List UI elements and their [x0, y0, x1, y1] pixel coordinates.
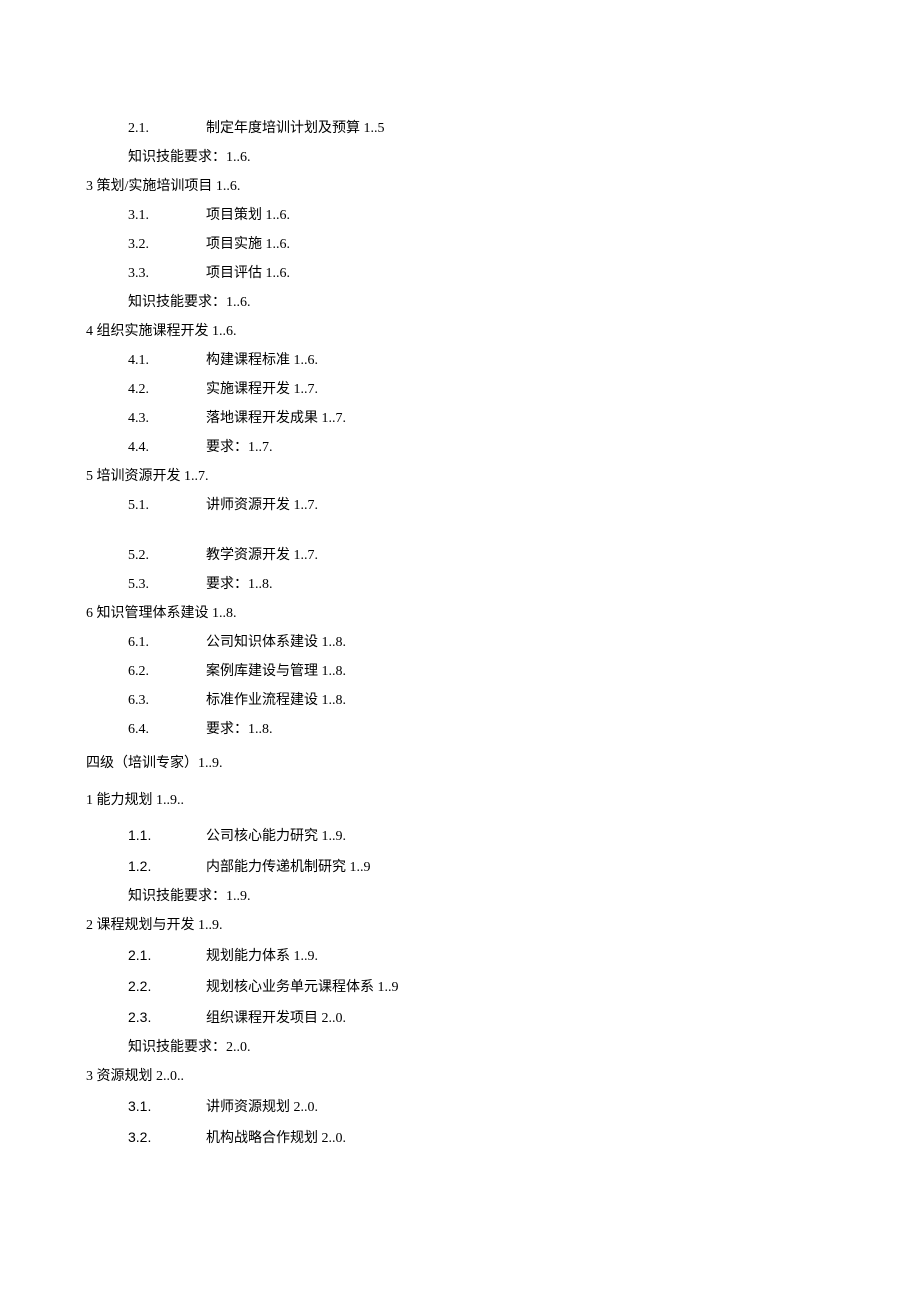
- toc-line-text: 组织课程开发项目 2..0.: [206, 1011, 346, 1026]
- toc-line-text: 规划核心业务单元课程体系 1..9: [206, 980, 399, 995]
- toc-line-text: 4 组织实施课程开发 1..6.: [86, 324, 237, 339]
- toc-line-text: 四级（培训专家）1..9.: [86, 756, 223, 771]
- toc-line-number: 5.3.: [128, 578, 206, 592]
- toc-line: 5.1.讲师资源开发 1..7.: [128, 499, 920, 513]
- toc-line: 1.2.内部能力传递机制研究 1..9: [128, 859, 920, 875]
- toc-line-number: 4.1.: [128, 354, 206, 368]
- toc-line-text: 落地课程开发成果 1..7.: [206, 411, 346, 426]
- toc-line: 1.1.公司核心能力研究 1..9.: [128, 828, 920, 844]
- toc-line: 3.1.项目策划 1..6.: [128, 209, 920, 223]
- toc-line-text: 内部能力传递机制研究 1..9: [206, 860, 371, 875]
- toc-line-number: 6.4.: [128, 723, 206, 737]
- toc-line: 6.1.公司知识体系建设 1..8.: [128, 636, 920, 650]
- toc-line: 3.1.讲师资源规划 2..0.: [128, 1099, 920, 1115]
- toc-line-number: 3.3.: [128, 267, 206, 281]
- toc-line-number: 4.2.: [128, 383, 206, 397]
- toc-line: 4.2.实施课程开发 1..7.: [128, 383, 920, 397]
- toc-line-number: 1.2.: [128, 859, 206, 873]
- toc-line-text: 6 知识管理体系建设 1..8.: [86, 606, 237, 621]
- toc-line-text: 讲师资源开发 1..7.: [206, 498, 318, 513]
- toc-line-text: 项目评估 1..6.: [206, 266, 290, 281]
- toc-line-text: 项目实施 1..6.: [206, 237, 290, 252]
- toc-line-text: 1 能力规划 1..9..: [86, 793, 184, 808]
- toc-line-number: 3.2.: [128, 1130, 206, 1144]
- toc-line-number: 4.4.: [128, 441, 206, 455]
- toc-line: 3 资源规划 2..0..: [86, 1070, 920, 1084]
- toc-line-number: 1.1.: [128, 828, 206, 842]
- toc-line-text: 要求：1..8.: [206, 722, 273, 737]
- toc-line: 2 课程规划与开发 1..9.: [86, 919, 920, 933]
- toc-line-text: 构建课程标准 1..6.: [206, 353, 318, 368]
- toc-line-text: 机构战略合作规划 2..0.: [206, 1131, 346, 1146]
- toc-line-text: 实施课程开发 1..7.: [206, 382, 318, 397]
- toc-line-text: 知识技能要求：1..6.: [128, 150, 251, 165]
- toc-line-text: 要求：1..7.: [206, 440, 273, 455]
- toc-line-text: 案例库建设与管理 1..8.: [206, 664, 346, 679]
- toc-line-number: 5.2.: [128, 549, 206, 563]
- toc-line-number: 2.1.: [128, 122, 206, 136]
- toc-line-number: 3.1.: [128, 1099, 206, 1113]
- toc-line-text: 2 课程规划与开发 1..9.: [86, 918, 223, 933]
- toc-line-text: 讲师资源规划 2..0.: [206, 1100, 318, 1115]
- toc-line-number: 2.3.: [128, 1010, 206, 1024]
- toc-line: 3 策划/实施培训项目 1..6.: [86, 180, 920, 194]
- toc-line-text: 3 策划/实施培训项目 1..6.: [86, 179, 240, 194]
- toc-line-text: 5 培训资源开发 1..7.: [86, 469, 209, 484]
- toc-line-number: 6.2.: [128, 665, 206, 679]
- toc-line-number: 5.1.: [128, 499, 206, 513]
- toc-line: 4.3.落地课程开发成果 1..7.: [128, 412, 920, 426]
- toc-line-number: 4.3.: [128, 412, 206, 426]
- toc-line: 知识技能要求：2..0.: [128, 1041, 920, 1055]
- toc-line: 2.1.规划能力体系 1..9.: [128, 948, 920, 964]
- toc-line: 知识技能要求：1..6.: [128, 151, 920, 165]
- toc-line-number: 2.2.: [128, 979, 206, 993]
- toc-line-text: 规划能力体系 1..9.: [206, 949, 318, 964]
- toc-line-number: 6.1.: [128, 636, 206, 650]
- toc-line-number: 6.3.: [128, 694, 206, 708]
- toc-line: 知识技能要求：1..9.: [128, 890, 920, 904]
- toc-line: 6.2.案例库建设与管理 1..8.: [128, 665, 920, 679]
- toc-line-number: 3.1.: [128, 209, 206, 223]
- toc-line-text: 教学资源开发 1..7.: [206, 548, 318, 563]
- toc-line: 5.3.要求：1..8.: [128, 578, 920, 592]
- toc-line: 2.1.制定年度培训计划及预算 1..5: [128, 122, 920, 136]
- toc-line: 2.3.组织课程开发项目 2..0.: [128, 1010, 920, 1026]
- toc-line-text: 制定年度培训计划及预算 1..5: [206, 121, 385, 136]
- toc-line: 1 能力规划 1..9..: [86, 794, 920, 808]
- toc-line: 4.4.要求：1..7.: [128, 441, 920, 455]
- toc-line: 3.3.项目评估 1..6.: [128, 267, 920, 281]
- toc-line-number: 3.2.: [128, 238, 206, 252]
- toc-line: 5 培训资源开发 1..7.: [86, 470, 920, 484]
- toc-line-text: 公司知识体系建设 1..8.: [206, 635, 346, 650]
- toc-line: 四级（培训专家）1..9.: [86, 757, 920, 771]
- toc-line: 6.4.要求：1..8.: [128, 723, 920, 737]
- toc-line: 4.1.构建课程标准 1..6.: [128, 354, 920, 368]
- toc-line: 5.2.教学资源开发 1..7.: [128, 549, 920, 563]
- toc-line: 2.2.规划核心业务单元课程体系 1..9: [128, 979, 920, 995]
- toc-line: 6.3.标准作业流程建设 1..8.: [128, 694, 920, 708]
- toc-line: 3.2.机构战略合作规划 2..0.: [128, 1130, 920, 1146]
- toc-line-text: 知识技能要求：1..9.: [128, 889, 251, 904]
- toc-line: 知识技能要求：1..6.: [128, 296, 920, 310]
- toc-line: 3.2.项目实施 1..6.: [128, 238, 920, 252]
- toc-line-text: 知识技能要求：2..0.: [128, 1040, 251, 1055]
- toc-line-text: 公司核心能力研究 1..9.: [206, 829, 346, 844]
- toc-line-text: 项目策划 1..6.: [206, 208, 290, 223]
- toc-line-text: 要求：1..8.: [206, 577, 273, 592]
- toc-line-text: 3 资源规划 2..0..: [86, 1069, 184, 1084]
- toc-line: 4 组织实施课程开发 1..6.: [86, 325, 920, 339]
- document-text-block: 2.1.制定年度培训计划及预算 1..5知识技能要求：1..6.3 策划/实施培…: [86, 122, 920, 1146]
- toc-line: 6 知识管理体系建设 1..8.: [86, 607, 920, 621]
- toc-line-text: 标准作业流程建设 1..8.: [206, 693, 346, 708]
- toc-line-number: 2.1.: [128, 948, 206, 962]
- toc-line-text: 知识技能要求：1..6.: [128, 295, 251, 310]
